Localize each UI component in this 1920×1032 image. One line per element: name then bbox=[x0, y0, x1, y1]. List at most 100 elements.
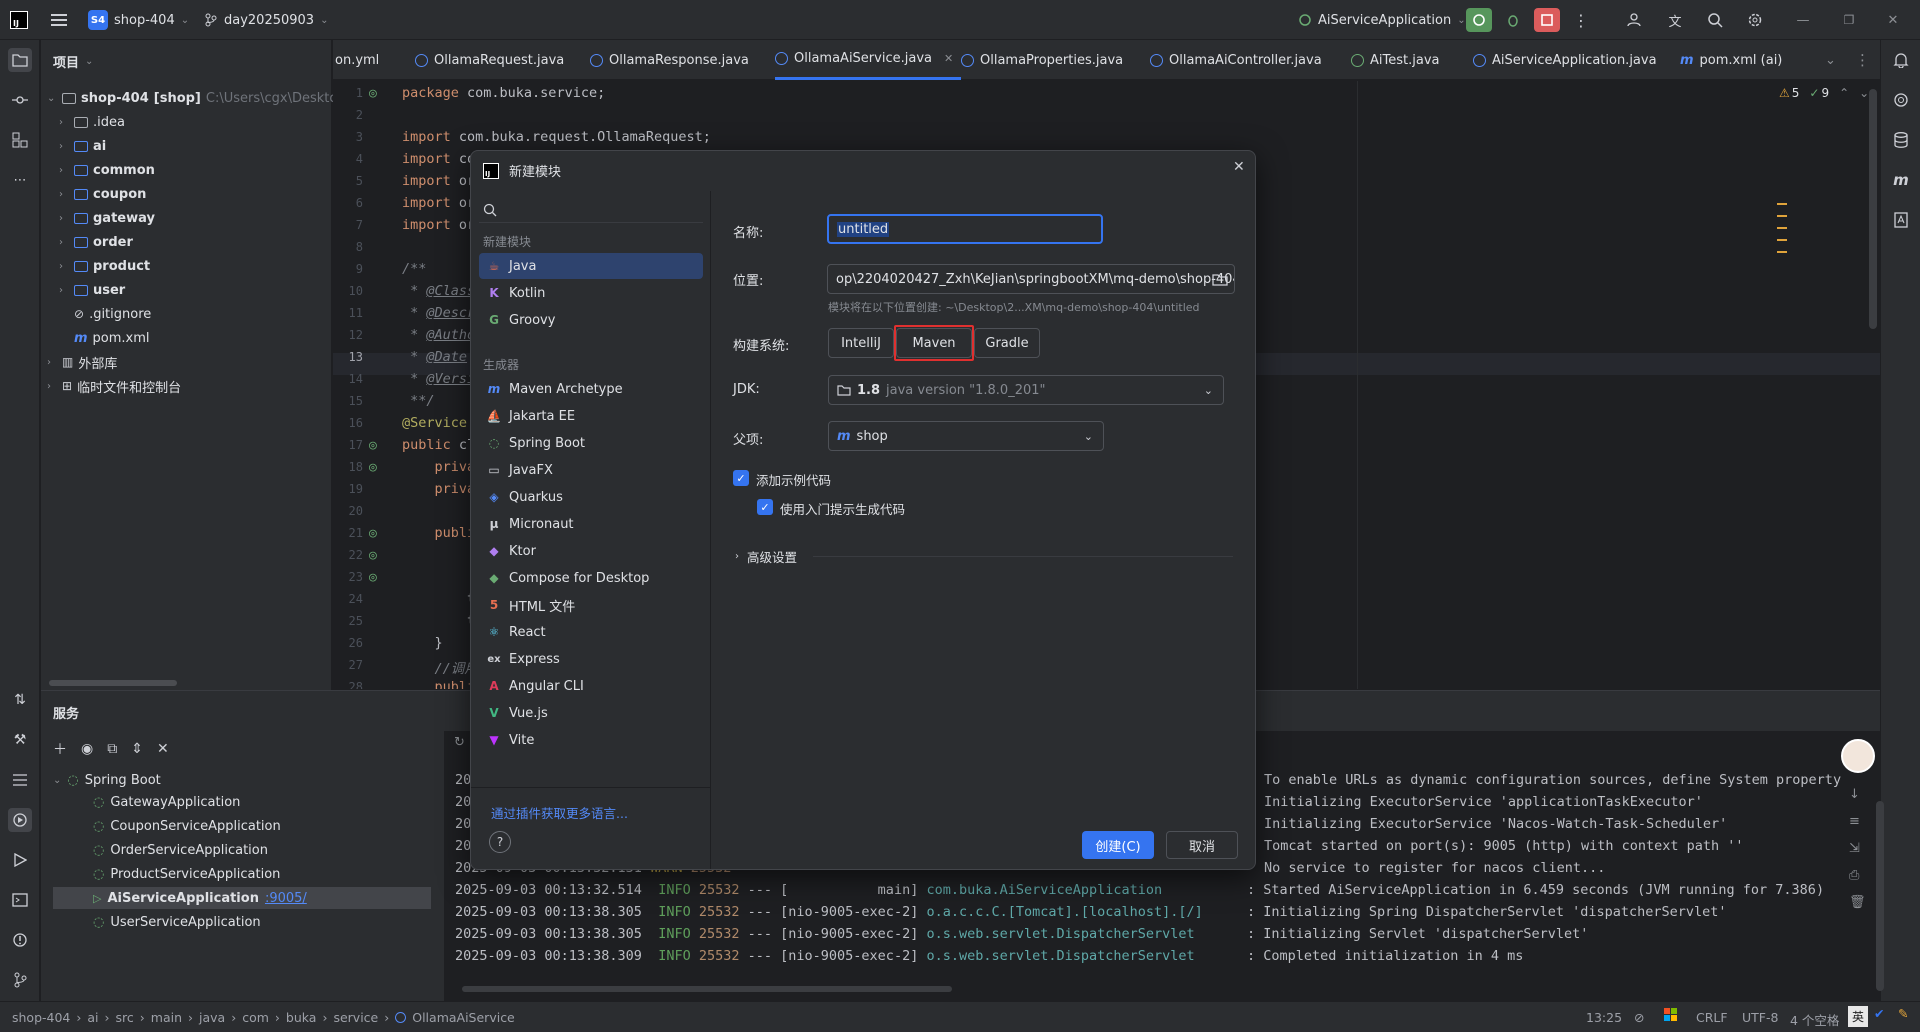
tree-spring-boot[interactable]: ⌄ ◌ Spring Boot bbox=[53, 769, 161, 791]
database-icon[interactable] bbox=[1889, 128, 1913, 152]
breadcrumb-item[interactable]: buka bbox=[286, 1010, 317, 1025]
vertical-scrollbar[interactable] bbox=[1869, 89, 1877, 329]
tree-item-gateway[interactable]: › gateway bbox=[59, 207, 155, 229]
no-ai-icon[interactable]: ⊘ bbox=[1634, 1010, 1644, 1025]
breadcrumb-item[interactable]: OllamaAiService bbox=[412, 1010, 515, 1025]
services-tool-icon[interactable] bbox=[8, 808, 32, 832]
scroll-end-icon[interactable]: ⇲ bbox=[1849, 841, 1866, 856]
name-input[interactable]: untitled bbox=[827, 214, 1103, 244]
breadcrumb-item[interactable]: com bbox=[242, 1010, 269, 1025]
add-service-icon[interactable]: ＋ bbox=[53, 739, 67, 759]
gear-icon[interactable] bbox=[1742, 8, 1768, 32]
app-logo-icon[interactable]: IJ bbox=[10, 8, 28, 32]
get-more-plugins-link[interactable]: 通过插件获取更多语言... bbox=[491, 803, 628, 822]
chevron-down-icon[interactable]: ⌄ bbox=[1859, 86, 1869, 100]
line-separator[interactable]: CRLF bbox=[1696, 1010, 1728, 1025]
eye-icon[interactable]: ◉ bbox=[81, 741, 93, 757]
service-item[interactable]: ◌ ProductServiceApplication bbox=[93, 863, 280, 885]
warning-marker[interactable] bbox=[1777, 203, 1787, 205]
generator-quarkus[interactable]: ◈ Quarkus bbox=[479, 484, 703, 510]
project-panel-header[interactable]: 项目 ⌄ bbox=[53, 52, 93, 71]
debug-button[interactable] bbox=[1500, 8, 1526, 32]
file-encoding[interactable]: UTF-8 bbox=[1742, 1010, 1778, 1025]
spring-bean-icon[interactable]: ◎ bbox=[369, 460, 377, 475]
run-config-selector[interactable]: AiServiceApplication ⌄ bbox=[1298, 8, 1466, 32]
git-icon[interactable] bbox=[8, 968, 32, 992]
service-item[interactable]: ◌ GatewayApplication bbox=[93, 791, 240, 813]
generator-javafx[interactable]: ▭ JavaFX bbox=[479, 457, 703, 483]
onboarding-checkbox[interactable]: ✓ bbox=[757, 499, 773, 515]
generator-angular[interactable]: A Angular CLI bbox=[479, 673, 703, 699]
tab-more-icon[interactable]: ⋮ bbox=[1855, 40, 1870, 80]
tab-list-dropdown[interactable]: ⌄ bbox=[1825, 40, 1836, 80]
spring-bean-icon[interactable]: ◎ bbox=[369, 548, 377, 563]
search-icon[interactable] bbox=[1702, 8, 1728, 32]
service-item[interactable]: ◌ OrderServiceApplication bbox=[93, 839, 268, 861]
close-tab-icon[interactable]: ✕ bbox=[944, 52, 953, 65]
rerun-icon[interactable]: ↻ bbox=[454, 735, 465, 750]
tree-item-coupon[interactable]: › coupon bbox=[59, 183, 146, 205]
cancel-button[interactable]: 取消 bbox=[1166, 831, 1238, 859]
build-icon[interactable]: ⚒ bbox=[8, 728, 32, 752]
new-tab-icon[interactable]: ⧉ bbox=[107, 741, 117, 757]
tab-ollama-response[interactable]: OllamaResponse.java bbox=[590, 40, 749, 80]
trash-icon[interactable]: 🗑 bbox=[1849, 895, 1866, 910]
breadcrumb-item[interactable]: java bbox=[199, 1010, 225, 1025]
tab-ollama-request[interactable]: OllamaRequest.java bbox=[415, 40, 564, 80]
expand-all-icon[interactable]: ⇕ bbox=[131, 741, 143, 757]
tree-item-idea[interactable]: › .idea bbox=[59, 111, 125, 133]
tree-item-common[interactable]: › common bbox=[59, 159, 155, 181]
breadcrumb-item[interactable]: service bbox=[333, 1010, 378, 1025]
spring-bean-icon[interactable]: ◎ bbox=[369, 570, 377, 585]
notifications-icon[interactable] bbox=[1889, 48, 1913, 72]
ime-mode-icon[interactable]: ✔ bbox=[1874, 1006, 1884, 1021]
tree-root[interactable]: ⌄ shop-404 [shop] C:\Users\cgx\Desktop\2… bbox=[47, 87, 367, 109]
branch-switcher[interactable]: day20250903 ⌄ bbox=[204, 8, 328, 32]
tab-pom[interactable]: m pom.xml (ai) bbox=[1680, 40, 1782, 80]
generator-vue[interactable]: V Vue.js bbox=[479, 700, 703, 726]
scroll-down-icon[interactable]: ↓ bbox=[1849, 787, 1866, 802]
inspection-widget[interactable]: ⚠ 5 ✓ 9 ⌃ ⌄ bbox=[1779, 86, 1869, 100]
generator-compose-desktop[interactable]: ◆ Compose for Desktop bbox=[479, 565, 703, 591]
service-item[interactable]: ◌ UserServiceApplication bbox=[93, 911, 261, 933]
main-menu-icon[interactable] bbox=[46, 8, 72, 32]
wrap-icon[interactable]: ≡ bbox=[1849, 814, 1866, 829]
chevron-up-icon[interactable]: ⌃ bbox=[1839, 86, 1849, 100]
tree-item-user[interactable]: › user bbox=[59, 279, 125, 301]
ime-status-icon[interactable]: ✎ bbox=[1898, 1006, 1908, 1021]
collapse-all-icon[interactable]: ✕ bbox=[157, 741, 169, 757]
tree-item-product[interactable]: › product bbox=[59, 255, 150, 277]
ai-assistant-icon[interactable] bbox=[1889, 88, 1913, 112]
spring-bean-icon[interactable]: ◎ bbox=[369, 86, 377, 101]
close-window-button[interactable]: ✕ bbox=[1880, 8, 1906, 32]
tree-item-scratches[interactable]: › ⊞ 临时文件和控制台 bbox=[47, 375, 181, 397]
tab-ollama-properties[interactable]: OllamaProperties.java bbox=[961, 40, 1123, 80]
tab-ollama-ai-controller[interactable]: OllamaAiController.java bbox=[1150, 40, 1322, 80]
generator-maven-archetype[interactable]: m Maven Archetype bbox=[479, 376, 703, 402]
terminal-icon[interactable] bbox=[8, 888, 32, 912]
print-icon[interactable]: ⎙ bbox=[1849, 868, 1866, 883]
generator-jakarta-ee[interactable]: ⛵ Jakarta EE bbox=[479, 403, 703, 429]
tree-item-gitignore[interactable]: ⊘ .gitignore bbox=[74, 303, 151, 325]
tree-item-pom[interactable]: m pom.xml bbox=[74, 327, 150, 349]
structure-tool-icon[interactable] bbox=[8, 128, 32, 152]
vertical-scrollbar[interactable] bbox=[1876, 801, 1884, 991]
breadcrumb-item[interactable]: shop-404 bbox=[12, 1010, 70, 1025]
horizontal-scrollbar[interactable] bbox=[49, 680, 177, 686]
project-switcher[interactable]: S4 shop-404 ⌄ bbox=[88, 8, 189, 32]
breadcrumb-item[interactable]: src bbox=[116, 1010, 134, 1025]
tab-yml[interactable]: on.yml bbox=[335, 40, 379, 80]
tree-item-ai[interactable]: › ai bbox=[59, 135, 106, 157]
translate-icon[interactable]: 文 bbox=[1662, 8, 1688, 32]
tab-ollama-ai-service[interactable]: OllamaAiService.java ✕ bbox=[775, 40, 962, 80]
service-item[interactable]: ◌ CouponServiceApplication bbox=[93, 815, 281, 837]
folder-browse-icon[interactable] bbox=[1212, 273, 1228, 286]
restore-button[interactable]: ❐ bbox=[1836, 8, 1862, 32]
run-tool-icon[interactable] bbox=[8, 848, 32, 872]
generator-vite[interactable]: ▼ Vite bbox=[479, 727, 703, 753]
port-link[interactable]: :9005/ bbox=[265, 891, 307, 906]
module-type-groovy[interactable]: G Groovy bbox=[479, 307, 703, 333]
ai-notes-icon[interactable] bbox=[1889, 208, 1913, 232]
pull-requests-icon[interactable]: ⇅ bbox=[8, 688, 32, 712]
build-option-gradle[interactable]: Gradle bbox=[974, 328, 1040, 358]
